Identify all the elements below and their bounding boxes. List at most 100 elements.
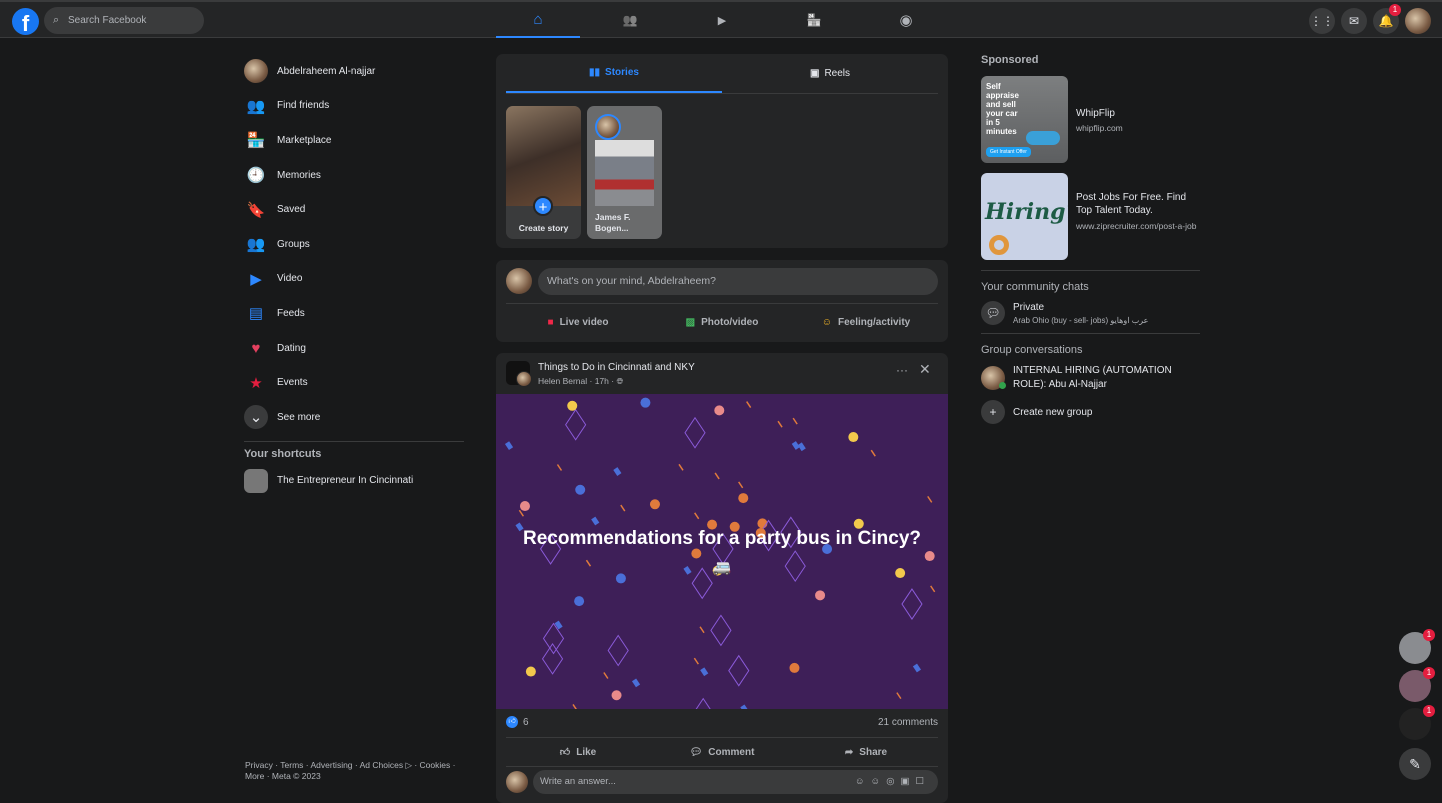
confetti-piece — [797, 442, 806, 452]
close-icon[interactable]: ✕ — [919, 361, 931, 378]
ad-whipflip[interactable]: Self appraise and sell your car in 5 min… — [981, 76, 1200, 163]
author-avatar — [516, 371, 532, 387]
sidebar-label: Events — [277, 377, 308, 389]
confetti-piece — [740, 704, 748, 709]
notification-badge: 1 — [1389, 4, 1401, 16]
confetti-piece — [556, 464, 563, 471]
photo-video-button[interactable]: ▨ Photo/video — [650, 307, 794, 337]
reply-input[interactable]: Write an answer... ☺☺◎▣☐ — [533, 770, 938, 794]
like-button[interactable]: 👍︎ Like — [506, 739, 650, 765]
like-reaction-icon: 👍︎ — [506, 716, 518, 728]
group-thumbnail — [244, 468, 268, 493]
confetti-piece — [554, 620, 563, 630]
comment-button[interactable]: 💬︎ Comment — [650, 739, 794, 765]
nav-home[interactable]: ⌂ — [496, 2, 580, 38]
confetti-piece — [777, 420, 783, 428]
author-name[interactable]: Helen Bernal — [538, 376, 587, 386]
ad-ziprecruiter[interactable]: Hiring? Post Jobs For Free. Find Top Tal… — [981, 173, 1200, 260]
nav-watch[interactable]: ▶ — [680, 2, 764, 38]
facebook-logo[interactable]: f — [12, 8, 39, 35]
ad-title: WhipFlip — [1076, 108, 1115, 119]
create-group-button[interactable]: + Create new group — [981, 400, 1200, 424]
grid-icon: ⋮⋮ — [1310, 14, 1334, 28]
composer-input[interactable]: What's on your mind, Abdelraheem? — [538, 268, 938, 295]
sidebar-item[interactable]: 👥 Find friends — [244, 89, 464, 124]
footer-links[interactable]: Privacy · Terms · Advertising · Ad Choic… — [245, 760, 470, 782]
sidebar-icon: ⌄ — [244, 405, 268, 430]
avatar — [244, 59, 268, 84]
sidebar-icon: ▶ — [250, 270, 262, 288]
friends-icon: 👥 — [622, 13, 638, 27]
sidebar-item[interactable]: ♥ Dating — [244, 331, 464, 366]
confetti-piece — [870, 449, 876, 457]
search-placeholder: Search Facebook — [68, 15, 147, 26]
divider — [506, 303, 938, 304]
chat-head[interactable]: 1 — [1399, 705, 1435, 740]
like-count[interactable]: 6 — [523, 717, 529, 728]
share-button[interactable]: ➦ Share — [794, 739, 938, 765]
comment-tools-icons[interactable]: ☺☺◎▣☐ — [855, 770, 930, 794]
group-conversations-heading: Group conversations — [981, 344, 1083, 356]
sidebar-item[interactable]: ★ Events — [244, 365, 464, 400]
group-name[interactable]: Things to Do in Cincinnati and NKY — [538, 362, 695, 373]
action-label: Share — [859, 746, 888, 758]
messenger-button[interactable]: ✉ — [1341, 8, 1367, 34]
tab-stories[interactable]: ▮▮ Stories — [506, 54, 722, 93]
confetti-piece — [519, 501, 530, 512]
new-message-button[interactable]: ✎ — [1399, 748, 1431, 780]
confetti-piece — [815, 590, 826, 601]
confetti-piece — [848, 432, 859, 443]
confetti-piece — [930, 585, 936, 593]
ad-image: Hiring? — [981, 173, 1068, 260]
shortcut-item[interactable]: The Entrepreneur In Cincinnati — [244, 464, 464, 499]
photo-icon: ▨ — [685, 316, 696, 328]
tab-reels[interactable]: ▣ Reels — [722, 54, 938, 93]
confetti-piece — [714, 472, 720, 480]
search-input[interactable]: ⌕ Search Facebook — [44, 7, 204, 34]
tab-label: Reels — [824, 68, 851, 79]
donut — [989, 235, 1009, 255]
nav-groups[interactable]: ◉ — [864, 2, 948, 38]
live-video-button[interactable]: ■ Live video — [506, 307, 650, 337]
action-label: Photo/video — [701, 316, 759, 328]
more-options-icon[interactable]: ··· — [896, 363, 908, 377]
comment-icon: 💬︎ — [689, 746, 703, 758]
chat-badge: 1 — [1423, 705, 1435, 717]
nav-marketplace[interactable]: 🏪 — [772, 2, 856, 38]
sidebar-profile[interactable]: Abdelraheem Al-najjar — [244, 54, 464, 89]
group-conversation-item[interactable]: INTERNAL HIRING (AUTOMATION ROLE): Abu A… — [981, 364, 1200, 392]
thumbs-up-icon: 👍︎ — [559, 747, 571, 758]
chat-head[interactable]: 1 — [1399, 629, 1435, 664]
post-background: Recommendations for a party bus in Cincy… — [496, 394, 948, 709]
create-story[interactable]: + Create story — [506, 106, 581, 239]
confetti-piece — [518, 509, 525, 517]
comment-count[interactable]: 21 comments — [878, 717, 938, 728]
chat-name: Private — [1013, 301, 1045, 313]
community-chat-item[interactable]: 💬︎ Private Arab Ohio (buy - sell- jobs) عر… — [981, 301, 1200, 325]
post-time[interactable]: 17h — [595, 376, 609, 386]
sidebar-item[interactable]: ▤ Feeds — [244, 296, 464, 331]
sidebar-item[interactable]: 🕘 Memories — [244, 158, 464, 193]
chat-head[interactable]: 1 — [1399, 667, 1435, 702]
messenger-icon: ✉ — [1348, 14, 1360, 28]
sidebar-icon: 🏪 — [246, 132, 266, 150]
sidebar-item[interactable]: ▶ Video — [244, 262, 464, 297]
account-avatar[interactable] — [1405, 8, 1431, 34]
post-card: Things to Do in Cincinnati and NKY Helen… — [496, 353, 948, 803]
sidebar-item[interactable]: 👥 Groups — [244, 227, 464, 262]
story-item[interactable]: James F. Bogen... — [587, 106, 662, 239]
confetti-piece — [792, 417, 798, 425]
notifications-button[interactable]: 🔔 1 — [1373, 4, 1401, 34]
sidebar-icon: ♥ — [251, 339, 261, 357]
sidebar-item[interactable]: ⌄ See more — [244, 400, 464, 435]
menu-button[interactable]: ⋮⋮ — [1309, 8, 1335, 34]
confetti-piece — [738, 481, 744, 489]
feeling-button[interactable]: ☺ Feeling/activity — [794, 307, 938, 337]
action-label: Like — [576, 746, 597, 758]
divider — [981, 270, 1200, 271]
sidebar-item[interactable]: 🔖 Saved — [244, 192, 464, 227]
nav-friends[interactable]: 👥 — [588, 2, 672, 38]
confetti-piece — [738, 493, 749, 504]
confetti-piece — [714, 405, 725, 416]
sidebar-item[interactable]: 🏪 Marketplace — [244, 123, 464, 158]
